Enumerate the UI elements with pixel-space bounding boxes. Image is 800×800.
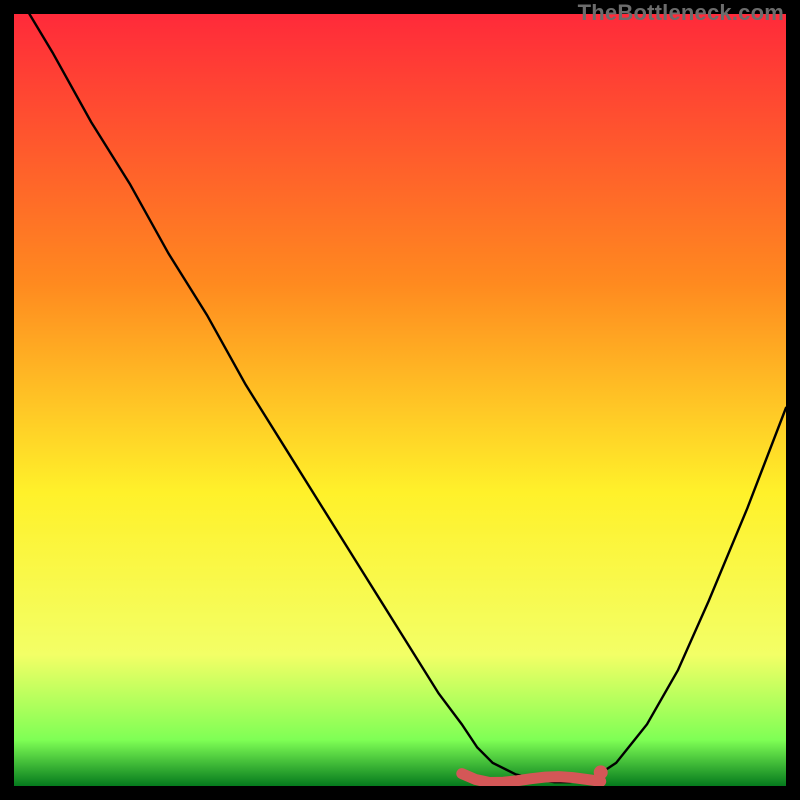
optimal-range-marker <box>462 774 601 783</box>
plot-svg <box>14 14 786 786</box>
chart-frame: TheBottleneck.com <box>0 0 800 800</box>
watermark-text: TheBottleneck.com <box>578 0 784 26</box>
optimal-range-end-dot <box>594 765 608 779</box>
bottleneck-curve <box>29 14 786 782</box>
plot-area <box>14 14 786 786</box>
